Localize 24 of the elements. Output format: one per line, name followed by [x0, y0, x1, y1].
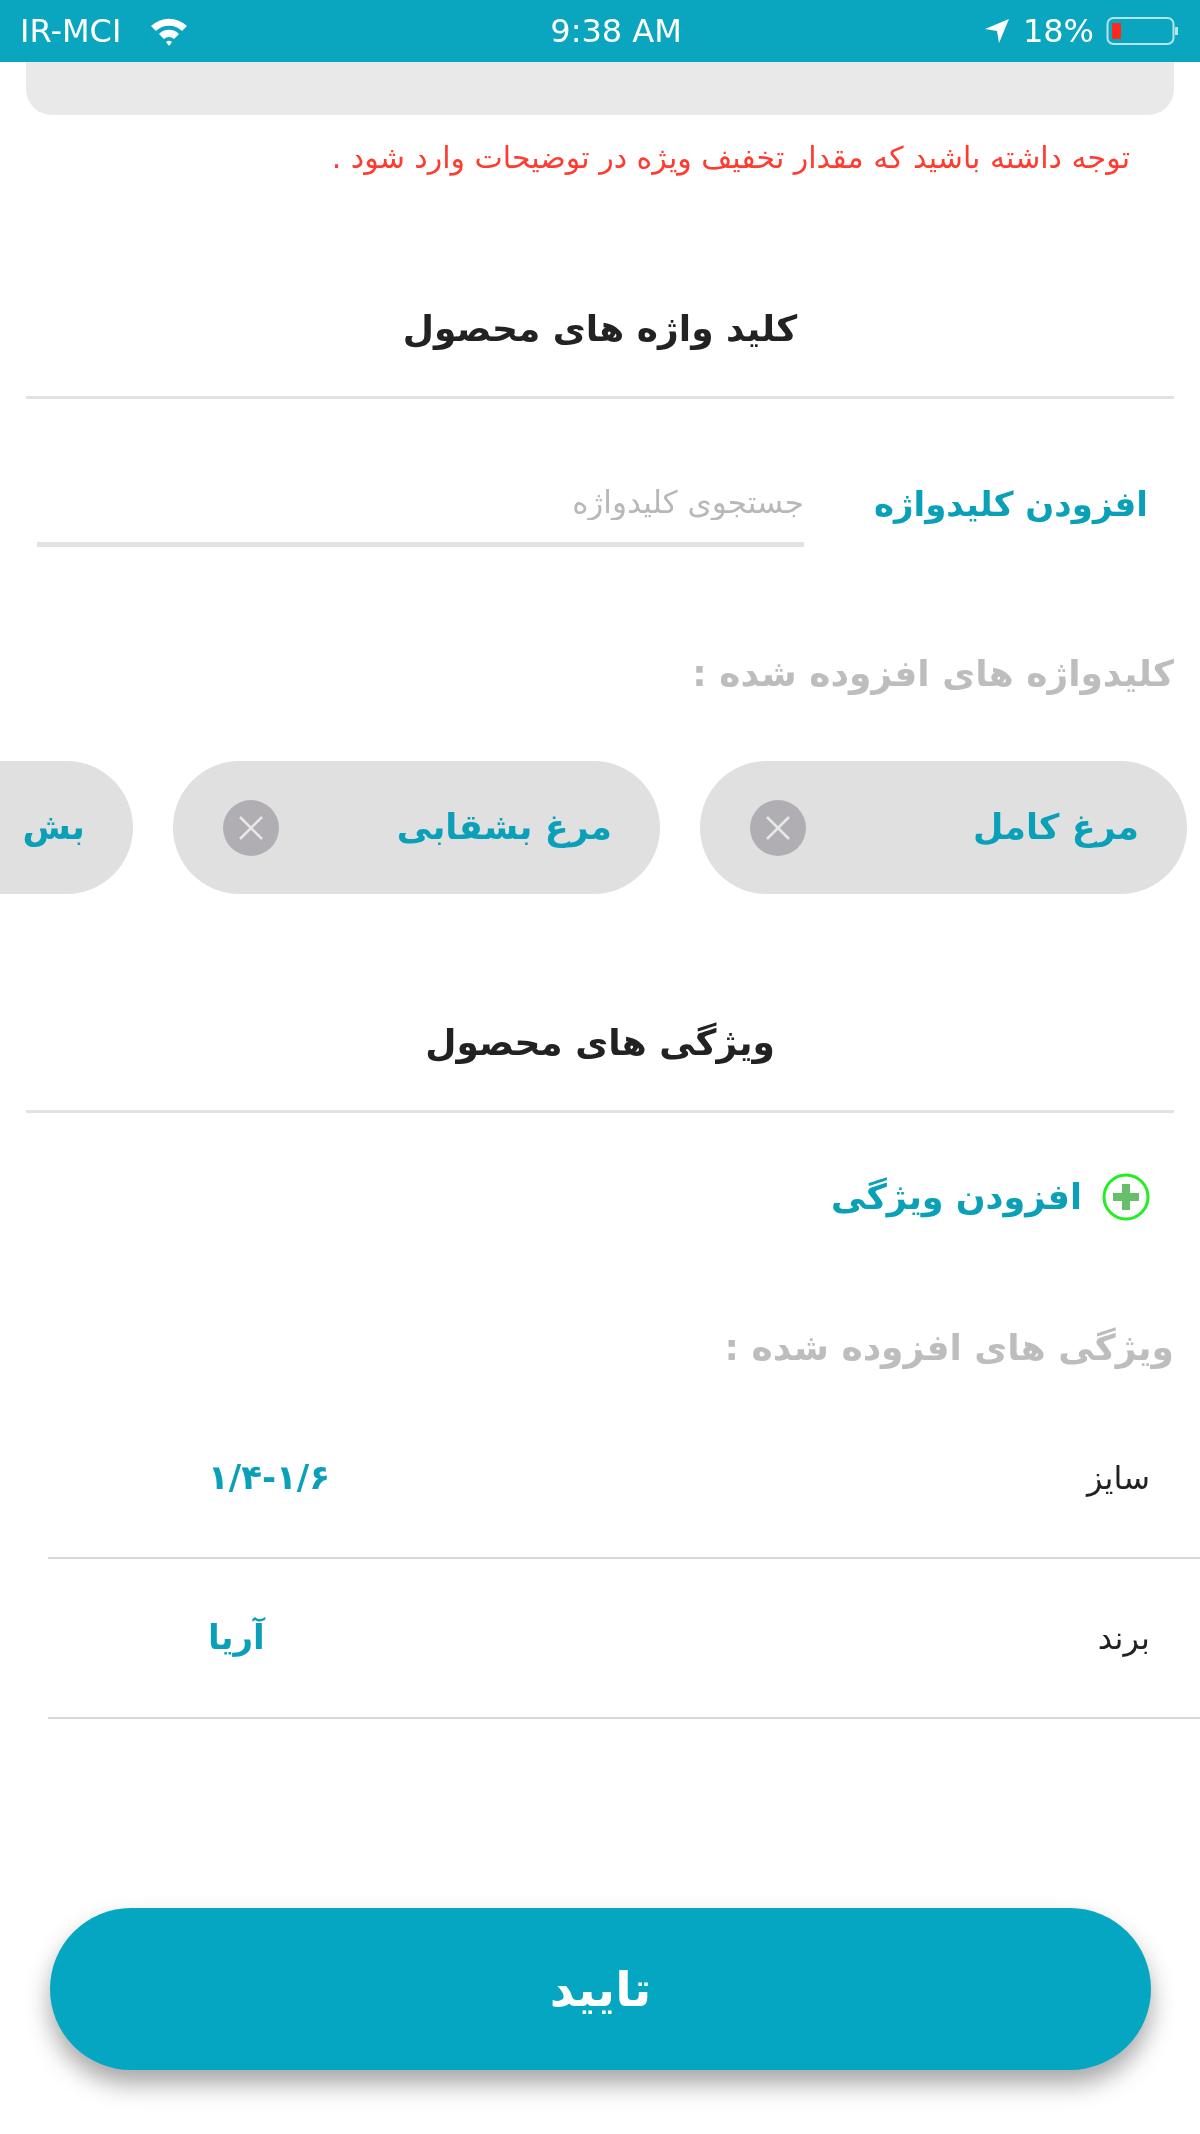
wifi-icon	[149, 16, 190, 46]
section-title: کلید واژه های محصول	[401, 307, 799, 352]
plus-icon	[1102, 1173, 1150, 1222]
added-features-label: ویژگی های افزوده شده :	[723, 1325, 1174, 1371]
section-title: ویژگی های محصول	[424, 1021, 776, 1066]
confirm-button[interactable]: تایید	[50, 1908, 1151, 2070]
add-keyword-link[interactable]: افزودن کلیدواژه	[873, 478, 1148, 530]
added-keywords-label: کلیدواژه های افزوده شده :	[691, 652, 1174, 697]
carrier-name: IR-MCI	[20, 11, 122, 52]
keyword-chip[interactable]: مرغ کامل	[700, 761, 1187, 894]
battery-icon	[1106, 15, 1180, 47]
battery-percent: 18%	[1022, 11, 1094, 52]
warning-note: توجه داشته باشید که مقدار تخفیف ویژه در توضیحات وارد شود .	[330, 139, 1130, 178]
feature-value: آریا	[208, 1616, 265, 1659]
remove-icon[interactable]	[223, 799, 279, 856]
feature-value: ۱/۴-۱/۶	[208, 1456, 330, 1499]
keyword-chip[interactable]: مرغ بشقابی	[173, 761, 660, 894]
add-feature-button[interactable]: افزودن ویژگی	[831, 1171, 1150, 1224]
clock-time: 9:38 AM	[550, 11, 682, 52]
remove-icon[interactable]	[750, 799, 806, 856]
feature-name: برند	[1097, 1617, 1150, 1659]
keyword-chip[interactable]: بش	[0, 761, 133, 894]
feature-name: سایز	[1086, 1457, 1150, 1499]
keyword-search-field[interactable]: جستجوی کلیدواژه	[36, 461, 804, 547]
